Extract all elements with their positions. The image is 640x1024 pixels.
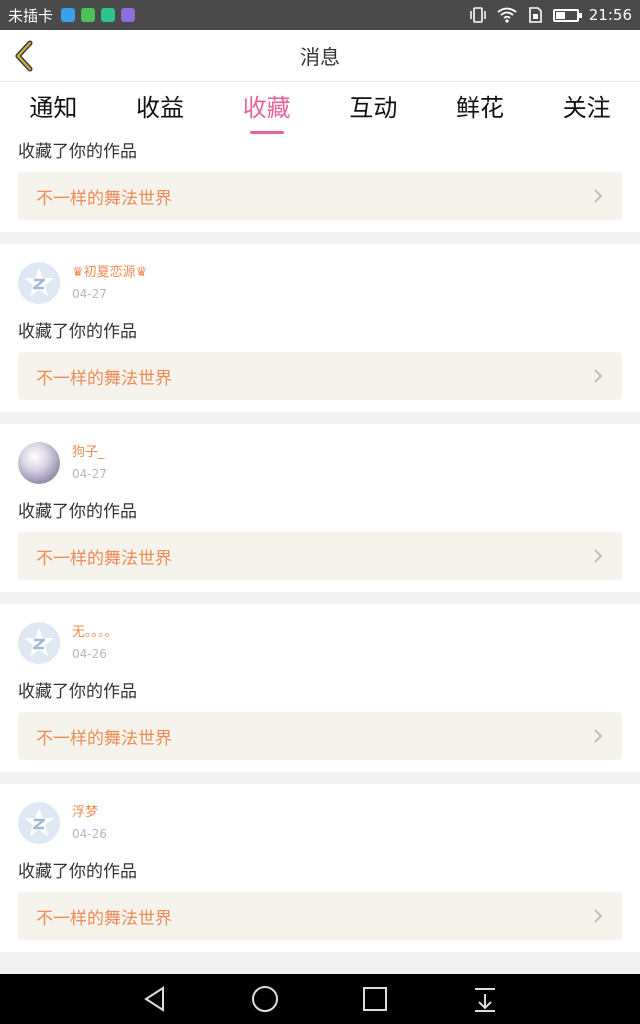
list-item: ♛初夏恋源♛ 04-27 收藏了你的作品 不一样的舞法世界 <box>0 244 640 412</box>
chevron-right-icon <box>594 549 603 563</box>
username[interactable]: 狗子_ <box>72 444 107 462</box>
work-title: 不一样的舞法世界 <box>36 548 172 569</box>
work-title: 不一样的舞法世界 <box>36 368 172 389</box>
nav-notification-shade-icon[interactable] <box>465 979 505 1019</box>
date: 04-26 <box>72 647 107 661</box>
action-text: 收藏了你的作品 <box>18 322 137 342</box>
username[interactable]: 无。。。。 <box>72 624 118 642</box>
message-list: 收藏了你的作品 不一样的舞法世界 ♛初夏恋源♛ 04-27 收藏了你的作品 不一… <box>0 134 640 974</box>
tab-bar: 通知 收益 收藏 互动 鲜花 关注 <box>0 82 640 134</box>
chevron-right-icon <box>594 189 603 203</box>
action-text: 收藏了你的作品 <box>18 682 137 702</box>
work-link[interactable]: 不一样的舞法世界 <box>18 892 622 940</box>
date: 04-27 <box>72 287 107 301</box>
app-notification-icon <box>121 8 136 22</box>
tab-notifications[interactable]: 通知 <box>0 82 107 134</box>
carrier-label: 未插卡 <box>8 6 54 25</box>
back-arrow-icon[interactable] <box>10 40 40 72</box>
default-avatar-icon[interactable] <box>18 262 60 304</box>
nav-recents-icon[interactable] <box>355 979 395 1019</box>
system-nav-bar <box>0 974 640 1024</box>
wifi-icon <box>497 7 517 23</box>
battery-icon <box>552 8 582 22</box>
tab-interactions[interactable]: 互动 <box>320 82 427 134</box>
vibrate-icon <box>470 7 486 23</box>
action-text: 收藏了你的作品 <box>18 502 137 522</box>
sim-icon <box>528 7 542 23</box>
app-notification-icon <box>101 8 116 22</box>
tab-favorites[interactable]: 收藏 <box>213 82 320 134</box>
page-title: 消息 <box>300 45 340 69</box>
date: 04-27 <box>72 467 107 481</box>
app-header: 消息 <box>0 30 640 82</box>
date: 04-26 <box>72 827 107 841</box>
chevron-right-icon <box>594 369 603 383</box>
tab-follows[interactable]: 关注 <box>533 82 640 134</box>
tab-flowers[interactable]: 鲜花 <box>427 82 534 134</box>
nav-back-icon[interactable] <box>135 979 175 1019</box>
work-link[interactable]: 不一样的舞法世界 <box>18 532 622 580</box>
work-link[interactable]: 不一样的舞法世界 <box>18 352 622 400</box>
user-avatar[interactable] <box>18 442 60 484</box>
action-text: 收藏了你的作品 <box>18 862 137 882</box>
work-title: 不一样的舞法世界 <box>36 908 172 929</box>
chevron-right-icon <box>594 729 603 743</box>
list-item: 收藏了你的作品 不一样的舞法世界 <box>0 134 640 232</box>
list-item: 狗子_ 04-27 收藏了你的作品 不一样的舞法世界 <box>0 424 640 592</box>
work-title: 不一样的舞法世界 <box>36 728 172 749</box>
work-link[interactable]: 不一样的舞法世界 <box>18 172 622 220</box>
tab-earnings[interactable]: 收益 <box>107 82 214 134</box>
default-avatar-icon[interactable] <box>18 802 60 844</box>
chevron-right-icon <box>594 909 603 923</box>
default-avatar-icon[interactable] <box>18 622 60 664</box>
work-title: 不一样的舞法世界 <box>36 188 172 209</box>
app-notification-icon <box>61 8 76 22</box>
work-link[interactable]: 不一样的舞法世界 <box>18 712 622 760</box>
list-item: 无。。。。 04-26 收藏了你的作品 不一样的舞法世界 <box>0 604 640 772</box>
username[interactable]: 浮梦 <box>72 804 107 822</box>
app-notification-icon <box>81 8 96 22</box>
action-text: 收藏了你的作品 <box>18 142 137 162</box>
list-item: 浮梦 04-26 收藏了你的作品 不一样的舞法世界 <box>0 784 640 952</box>
nav-home-icon[interactable] <box>245 979 285 1019</box>
status-bar: 未插卡 21:56 <box>0 0 640 30</box>
username[interactable]: ♛初夏恋源♛ <box>72 264 147 282</box>
clock: 21:56 <box>588 6 632 24</box>
